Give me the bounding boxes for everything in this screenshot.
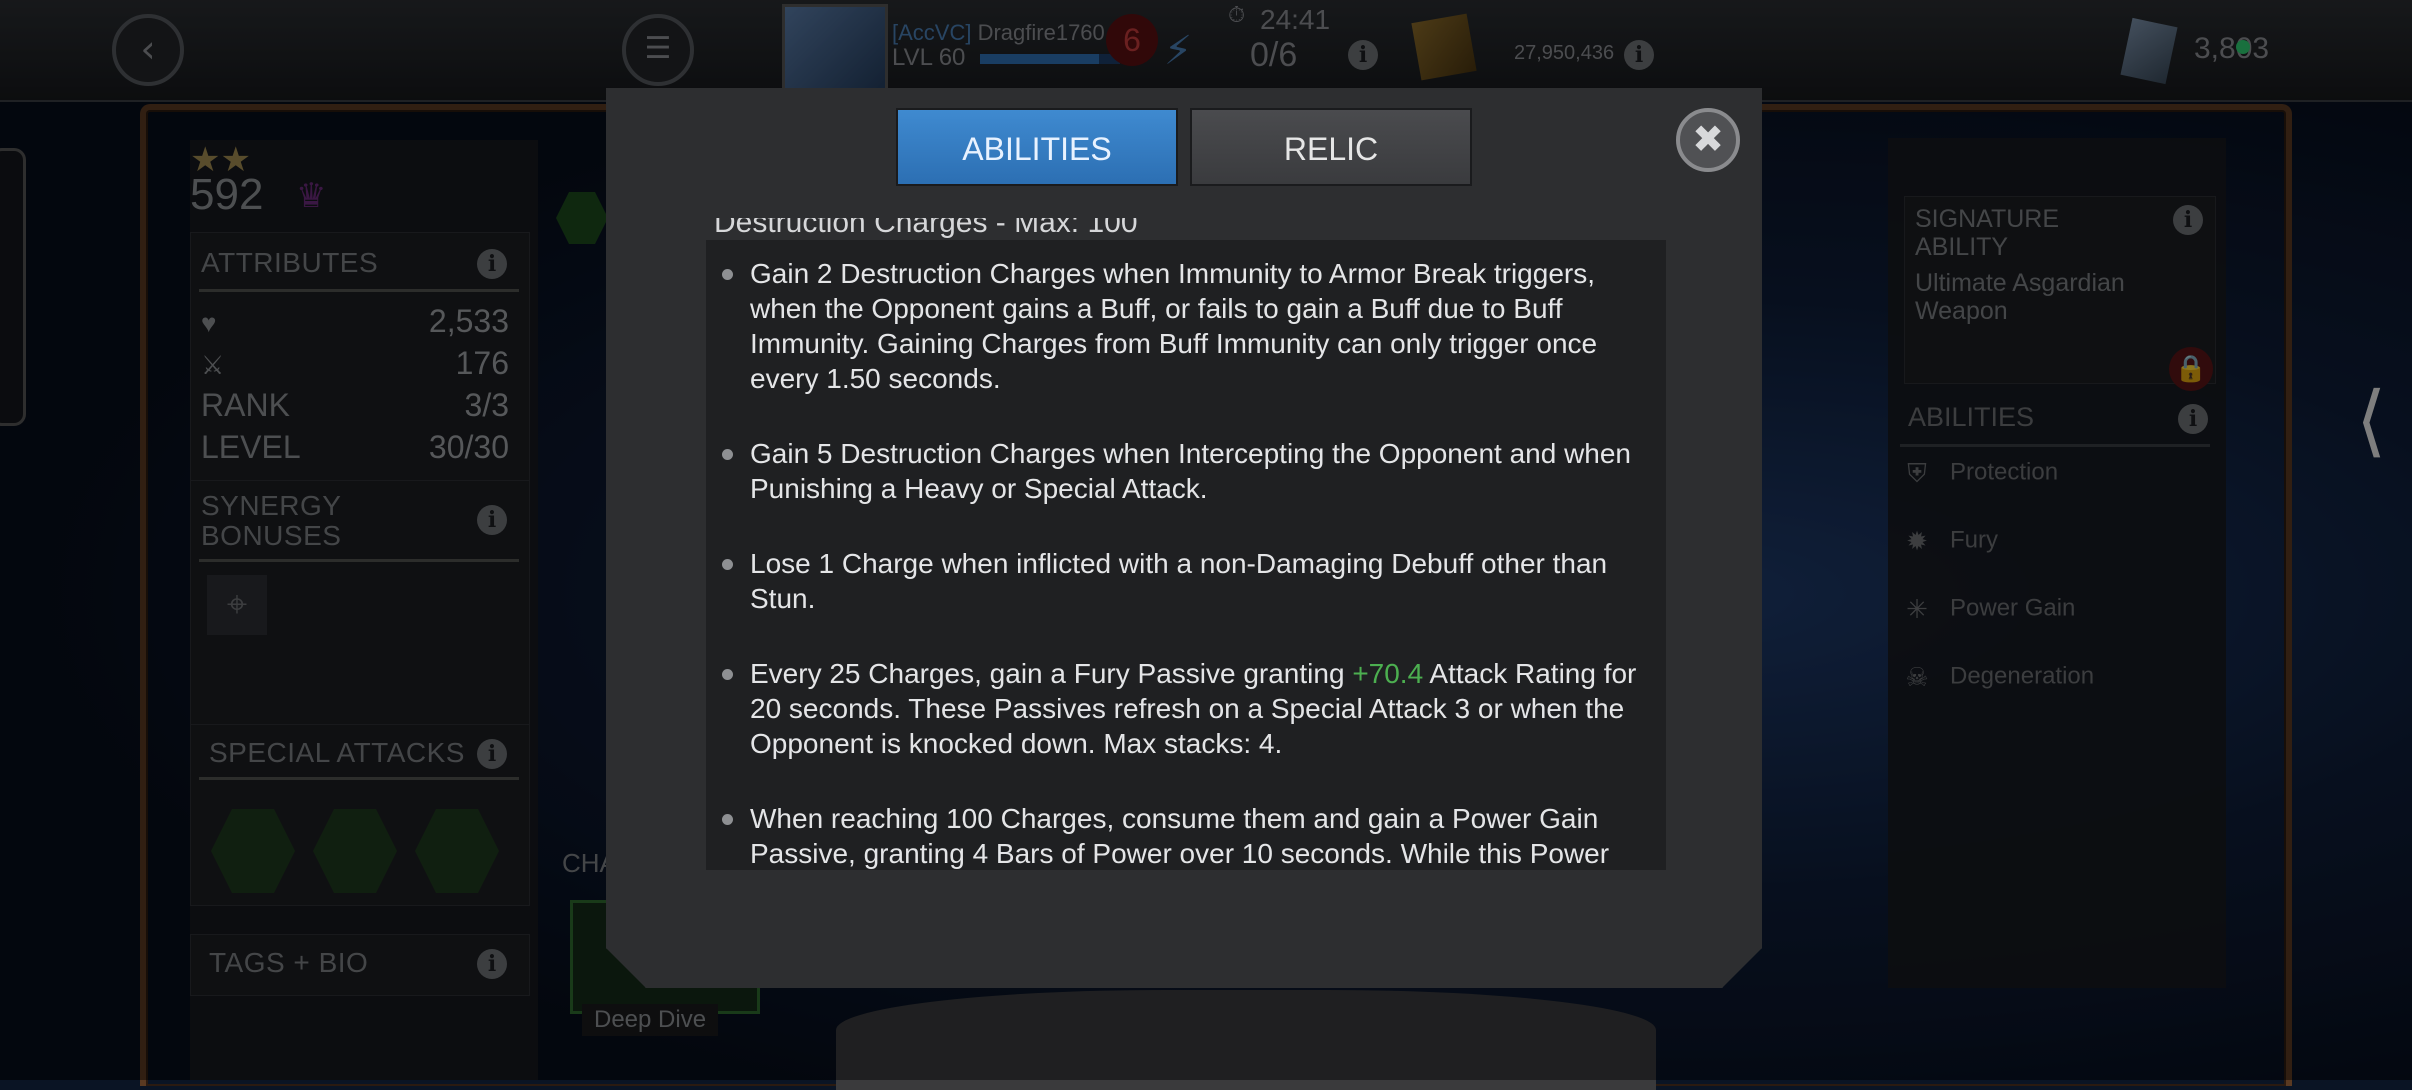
close-button[interactable]: ✖: [1676, 108, 1740, 172]
bullet-dot-icon: [722, 559, 733, 570]
bullet-item: Every 25 Charges, gain a Fury Passive gr…: [750, 656, 1648, 761]
bullet-text: Lose 1 Charge when inflicted with a non-…: [750, 548, 1608, 614]
bullet-item: Gain 5 Destruction Charges when Intercep…: [750, 436, 1648, 506]
close-icon: ✖: [1692, 117, 1724, 161]
bullet-list: Gain 2 Destruction Charges when Immunity…: [706, 240, 1666, 870]
bullet-dot-icon: [722, 269, 733, 280]
tab-relic[interactable]: RELIC: [1190, 108, 1472, 186]
bullet-text: Every 25 Charges, gain a Fury Passive gr…: [750, 658, 1353, 689]
bullet-item: When reaching 100 Charges, consume them …: [750, 801, 1648, 870]
tab-abilities[interactable]: ABILITIES: [896, 108, 1178, 186]
section-title: Destruction Charges - Max: 100: [714, 218, 1138, 239]
bullet-item: Gain 2 Destruction Charges when Immunity…: [750, 256, 1648, 396]
bullet-text: When reaching 100 Charges, consume them …: [750, 803, 1610, 869]
ability-description-scroll[interactable]: Destruction Charges - Max: 100 Gain 2 De…: [706, 218, 1666, 870]
abilities-modal: ABILITIES RELIC ✖ Destruction Charges - …: [606, 88, 1762, 988]
bullet-highlight-value: +70.4: [1352, 658, 1424, 689]
bullet-dot-icon: [722, 669, 733, 680]
bullet-item: Lose 1 Charge when inflicted with a non-…: [750, 546, 1648, 616]
ability-description: Gain 2 Destruction Charges when Immunity…: [706, 240, 1666, 870]
bullet-dot-icon: [722, 814, 733, 825]
bullet-dot-icon: [722, 449, 733, 460]
bullet-text: Gain 2 Destruction Charges when Immunity…: [750, 258, 1598, 394]
bullet-text: Gain 5 Destruction Charges when Intercep…: [750, 438, 1632, 504]
